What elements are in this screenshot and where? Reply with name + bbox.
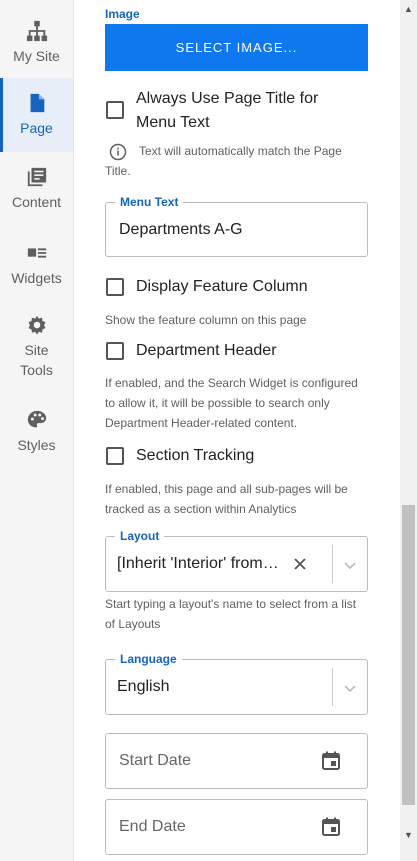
menu-text-value[interactable]: Departments A-G [119, 221, 243, 239]
nav-item-page[interactable]: Page [0, 78, 73, 152]
layout-help: Start typing a layout's name to select f… [105, 597, 357, 631]
nav-label: Widgets [11, 270, 62, 286]
side-nav: My Site Page Content Widgets Site Tools [0, 0, 74, 861]
scrollbar-thumb[interactable] [402, 505, 415, 805]
feature-column-help: Show the feature column on this page [105, 313, 307, 327]
calendar-icon[interactable] [320, 750, 342, 772]
layout-label: Layout [115, 529, 165, 543]
nav-item-content[interactable]: Content [0, 152, 73, 226]
layout-value[interactable]: [Inherit 'Interior' from… [117, 555, 287, 573]
department-header-help: If enabled, and the Search Widget is con… [105, 376, 358, 430]
scroll-up-arrow[interactable]: ▲ [402, 2, 415, 15]
always-use-title-label: Always Use Page Title for Menu Text [136, 90, 319, 131]
widgets-icon [27, 248, 46, 258]
scroll-down-arrow[interactable]: ▼ [402, 828, 415, 841]
nav-label: Site Tools [20, 342, 53, 378]
nav-item-styles[interactable]: Styles [0, 395, 73, 469]
language-value[interactable]: English [117, 678, 169, 696]
department-header-checkbox[interactable] [106, 342, 124, 360]
menu-text-field[interactable]: Menu Text Departments A-G [105, 195, 368, 257]
select-divider [332, 545, 333, 583]
content-icon [27, 167, 46, 187]
select-divider [332, 668, 333, 706]
start-date-field[interactable]: Start Date [105, 733, 368, 789]
section-tracking-label: Section Tracking [136, 447, 255, 464]
menu-text-label: Menu Text [115, 195, 184, 209]
department-header-label: Department Header [136, 342, 277, 359]
nav-label: My Site [13, 48, 60, 64]
feature-column-checkbox[interactable] [106, 278, 124, 296]
always-use-title-help: Text will automatically match the Page T… [105, 144, 342, 178]
sitemap-icon [26, 20, 47, 42]
layout-select[interactable]: Layout [Inherit 'Interior' from… [105, 529, 368, 592]
section-tracking-checkbox[interactable] [106, 447, 124, 465]
chevron-down-icon[interactable] [342, 557, 358, 573]
select-image-button[interactable]: SELECT IMAGE... [105, 24, 368, 71]
nav-item-my-site[interactable]: My Site [0, 0, 73, 78]
end-date-field[interactable]: End Date [105, 799, 368, 855]
nav-item-widgets[interactable]: Widgets [0, 226, 73, 300]
calendar-icon[interactable] [320, 816, 342, 838]
page-settings-panel: Image SELECT IMAGE... Always Use Page Ti… [74, 0, 400, 861]
nav-label: Styles [17, 437, 56, 453]
nav-label: Content [11, 194, 62, 210]
feature-column-label: Display Feature Column [136, 278, 308, 295]
language-label: Language [115, 652, 182, 666]
nav-label: Page [20, 120, 53, 136]
language-select[interactable]: Language English [105, 652, 368, 715]
image-label: Image [105, 7, 140, 21]
start-date-placeholder: Start Date [119, 752, 192, 769]
palette-icon [27, 410, 46, 428]
clear-icon[interactable] [292, 556, 308, 572]
nav-item-site-tools[interactable]: Site Tools [0, 300, 73, 395]
gear-icon [27, 315, 46, 335]
chevron-down-icon[interactable] [342, 680, 358, 696]
always-use-title-checkbox[interactable] [106, 101, 124, 119]
section-tracking-help: If enabled, this page and all sub-pages … [105, 482, 348, 516]
page-icon [30, 93, 44, 113]
end-date-placeholder: End Date [119, 818, 186, 835]
